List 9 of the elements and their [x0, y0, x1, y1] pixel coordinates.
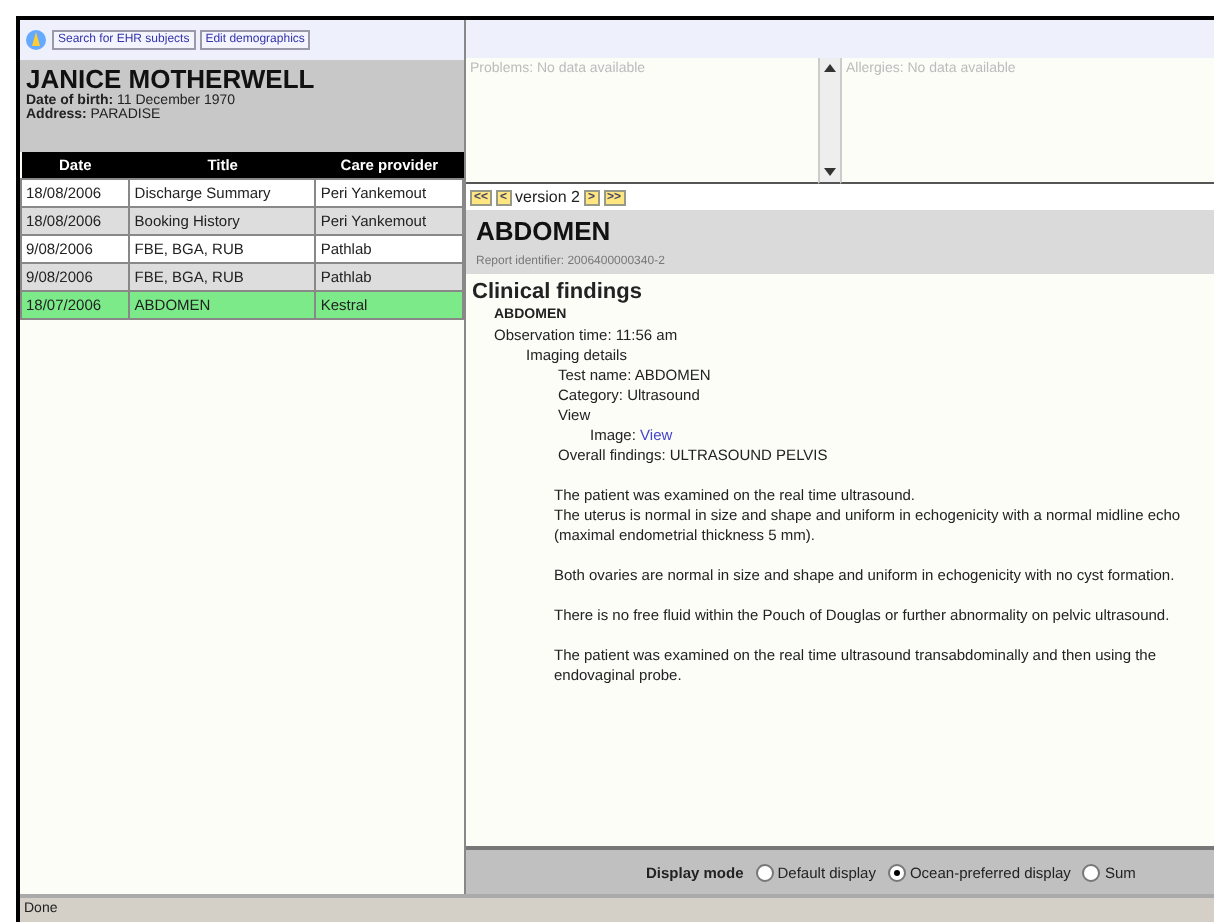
radio-button[interactable]	[755, 863, 774, 881]
section-heading: Clinical findings	[472, 282, 644, 302]
report-title: ABDOMEN	[476, 216, 613, 246]
radio-button[interactable]	[1082, 863, 1101, 881]
version-label: version 2	[515, 188, 580, 206]
patient-name: JANICE MOTHERWELL	[26, 64, 317, 94]
scrollbar[interactable]	[818, 58, 840, 184]
app-logo-icon	[24, 28, 48, 52]
radio-button[interactable]	[887, 863, 906, 881]
